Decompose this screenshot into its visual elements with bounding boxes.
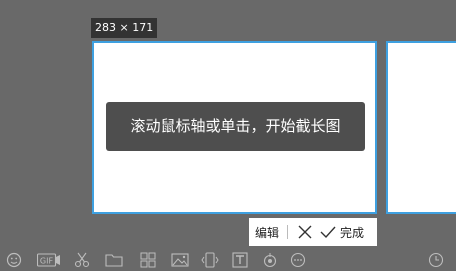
text-extract-icon[interactable] (230, 250, 250, 270)
action-bar: 编辑 完成 (249, 218, 377, 246)
translate-icon[interactable] (260, 250, 280, 270)
close-icon[interactable] (294, 225, 316, 239)
done-button[interactable]: 完成 (320, 224, 364, 241)
gif-record-icon[interactable]: GIF (36, 250, 62, 270)
clock-icon[interactable] (426, 250, 446, 270)
scissors-icon[interactable] (72, 250, 92, 270)
size-indicator: 283 × 171 (91, 18, 158, 38)
svg-text:GIF: GIF (40, 257, 54, 266)
capture-region[interactable]: 滚动鼠标轴或单击，开始截长图 (92, 41, 377, 214)
image-icon[interactable] (170, 250, 190, 270)
folder-icon[interactable] (104, 250, 124, 270)
scroll-capture-icon[interactable] (200, 250, 220, 270)
scroll-capture-tip: 滚动鼠标轴或单击，开始截长图 (106, 102, 365, 151)
divider (287, 225, 288, 239)
check-icon (320, 226, 336, 239)
done-label: 完成 (340, 225, 365, 240)
emoji-icon[interactable] (4, 250, 24, 270)
layout-icon[interactable] (138, 250, 158, 270)
edit-button[interactable]: 编辑 (249, 224, 287, 241)
more-icon[interactable] (288, 250, 308, 270)
adjacent-capture-region[interactable] (386, 41, 456, 214)
